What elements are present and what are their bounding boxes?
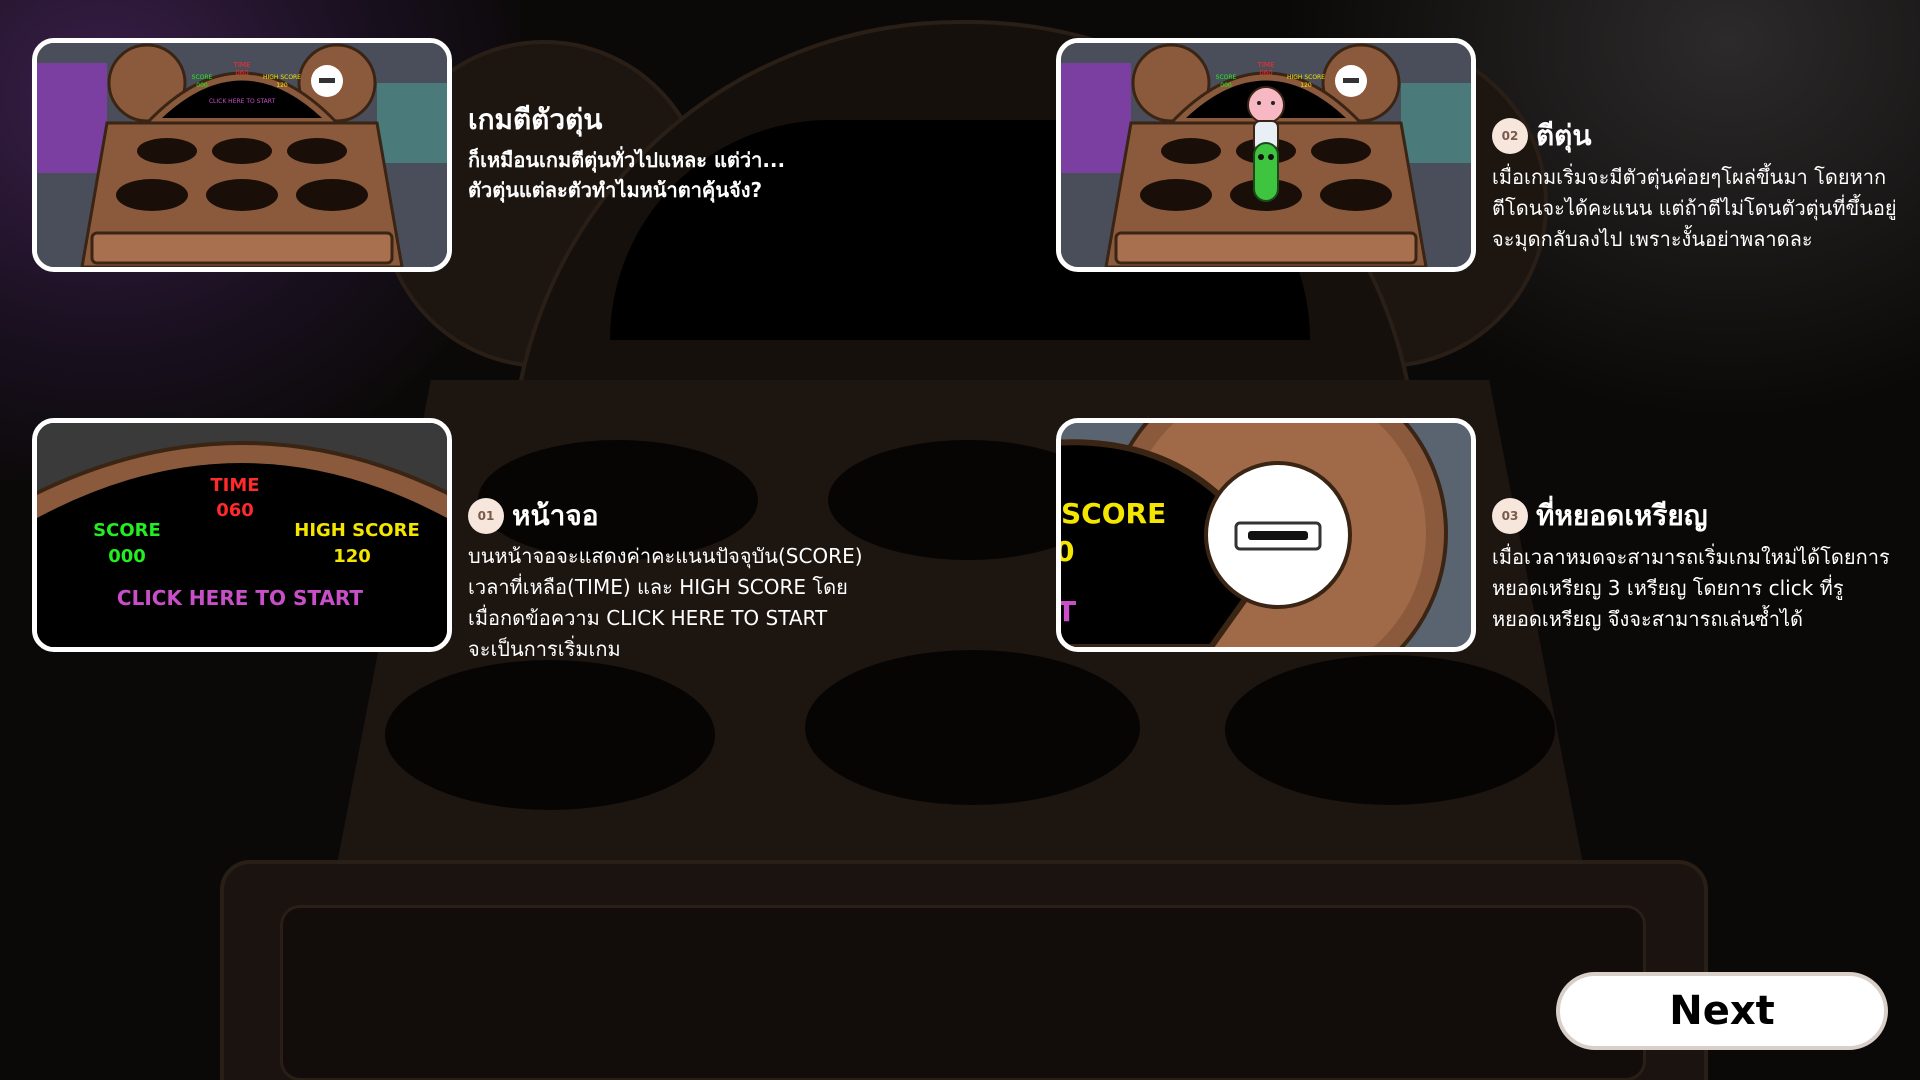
svg-text:060: 060 xyxy=(235,69,248,77)
thumbnail-screen: TIME 060 SCORE 000 HIGH SCORE 120 CLICK … xyxy=(32,418,452,652)
section-01-title: 01 หน้าจอ xyxy=(468,494,599,538)
svg-text:0: 0 xyxy=(1061,535,1074,568)
svg-text:120: 120 xyxy=(276,82,288,89)
svg-text:HIGH SCORE: HIGH SCORE xyxy=(263,74,301,81)
step-badge: 02 xyxy=(1492,118,1528,154)
intro-title: เกมตีตัวตุ่น xyxy=(468,103,603,136)
svg-text:SCORE: SCORE xyxy=(192,74,213,81)
thumbnail-coin-slot: SCORE 0 T xyxy=(1056,418,1476,652)
step-badge: 01 xyxy=(468,498,504,534)
svg-text:060: 060 xyxy=(1259,69,1272,77)
svg-text:T: T xyxy=(1061,595,1076,628)
section-03-title: 03 ที่หยอดเหรียญ xyxy=(1492,494,1708,538)
svg-text:SCORE: SCORE xyxy=(1216,74,1237,81)
svg-text:000: 000 xyxy=(196,82,208,89)
coin-slot-image: SCORE 0 T xyxy=(1061,423,1471,647)
svg-text:TIME: TIME xyxy=(1257,61,1275,69)
section-01-description: บนหน้าจอจะแสดงค่าคะแนนปัจจุบัน(SCORE) เว… xyxy=(468,544,863,661)
mole-hole xyxy=(385,660,715,810)
screen-closeup-image: TIME 060 SCORE 000 HIGH SCORE 120 CLICK … xyxy=(37,423,447,647)
svg-text:060: 060 xyxy=(216,500,254,521)
mole-hole xyxy=(805,650,1140,805)
thumbnail-whack-mole: TIME 060 SCORE 000 HIGH SCORE 120 xyxy=(1056,38,1476,272)
svg-text:CLICK HERE TO START: CLICK HERE TO START xyxy=(209,98,276,105)
mole-hole xyxy=(1225,655,1555,805)
svg-text:SCORE: SCORE xyxy=(1061,497,1166,530)
svg-text:000: 000 xyxy=(1220,82,1232,89)
step-badge: 03 xyxy=(1492,498,1528,534)
svg-text:TIME: TIME xyxy=(210,475,259,496)
svg-text:000: 000 xyxy=(108,546,146,567)
section-02-title: 02 ตีตุ่น xyxy=(1492,114,1592,158)
section-03-description: เมื่อเวลาหมดจะสามารถเริ่มเกมใหม่ได้โดยกา… xyxy=(1492,545,1890,631)
machine-overview-image: TIME 060 SCORE 000 HIGH SCORE 120 CLICK … xyxy=(37,43,447,267)
svg-text:TIME: TIME xyxy=(233,61,251,69)
mole-popup-image: TIME 060 SCORE 000 HIGH SCORE 120 xyxy=(1061,43,1471,267)
thumbnail-game-overview: TIME 060 SCORE 000 HIGH SCORE 120 CLICK … xyxy=(32,38,452,272)
next-button[interactable]: Next xyxy=(1556,972,1888,1050)
svg-text:HIGH SCORE: HIGH SCORE xyxy=(1287,74,1325,81)
svg-text:CLICK HERE TO START: CLICK HERE TO START xyxy=(117,586,364,610)
svg-text:HIGH SCORE: HIGH SCORE xyxy=(294,520,420,541)
section-02-description: เมื่อเกมเริ่มจะมีตัวตุ่นค่อยๆโผล่ขึ้นมา … xyxy=(1492,165,1897,251)
svg-text:120: 120 xyxy=(333,546,371,567)
svg-text:SCORE: SCORE xyxy=(93,520,161,541)
intro-subtitle: ก็เหมือนเกมตีตุ่นทั่วไปแหละ แต่ว่า... ตั… xyxy=(468,148,786,202)
machine-front-panel xyxy=(280,905,1646,1080)
svg-text:120: 120 xyxy=(1300,82,1312,89)
